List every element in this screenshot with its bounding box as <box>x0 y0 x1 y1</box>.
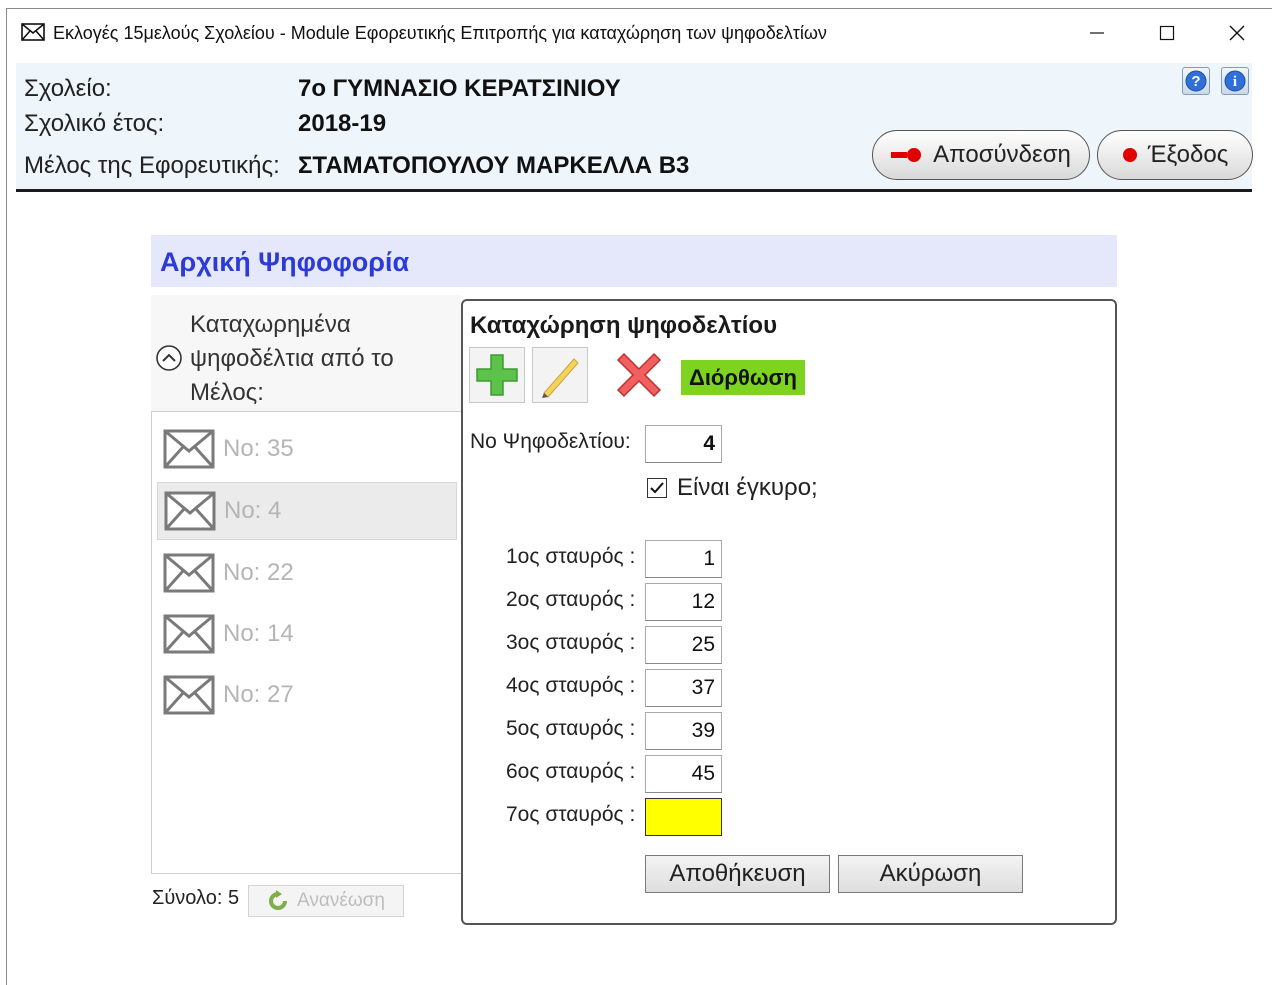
ballot-no-label: Νο Ψηφοδελτίου: <box>470 430 631 453</box>
valid-checkbox[interactable] <box>647 478 667 498</box>
info-icon: i <box>1224 70 1246 92</box>
school-label: Σχολείο: <box>24 75 112 102</box>
refresh-icon <box>269 890 288 910</box>
year-value: 2018-19 <box>298 110 387 137</box>
ballot-number: No: 14 <box>223 620 294 647</box>
header-divider <box>16 189 1252 192</box>
minimize-icon <box>1090 32 1104 34</box>
cross-label: 7ος σταυρός : <box>506 803 636 826</box>
cross-input[interactable] <box>645 583 722 621</box>
cross-label: 6ος σταυρός : <box>506 760 636 783</box>
refresh-button[interactable]: Ανανέωση <box>248 885 404 917</box>
help-button[interactable]: ? <box>1182 67 1210 95</box>
cross-input[interactable] <box>645 712 722 750</box>
edit-ballot-button[interactable] <box>532 347 588 403</box>
cross-label: 2ος σταυρός : <box>506 588 636 611</box>
ballot-number: No: 4 <box>224 497 282 524</box>
ballot-no-input[interactable] <box>645 425 722 463</box>
valid-label: Είναι έγκυρο; <box>677 474 818 501</box>
cross-input[interactable] <box>645 755 722 793</box>
envelope-icon <box>163 553 215 593</box>
maximize-icon <box>1159 25 1175 41</box>
cross-input[interactable] <box>645 669 722 707</box>
plus-icon <box>476 354 518 396</box>
window-title: Εκλογές 15μελούς Σχολείου - Module Εφορε… <box>53 23 827 43</box>
year-label: Σχολικό έτος: <box>24 110 165 137</box>
cancel-button[interactable]: Ακύρωση <box>838 855 1023 893</box>
ballot-number: No: 22 <box>223 559 294 586</box>
ballot-list: No: 35 No: 4 No: 22 No: 14 No: 27 <box>151 411 462 874</box>
delete-x-icon <box>616 352 662 398</box>
ballot-number: No: 27 <box>223 681 294 708</box>
close-icon <box>1229 25 1245 41</box>
collapse-up-icon[interactable] <box>155 344 183 372</box>
close-button[interactable] <box>1214 17 1260 49</box>
member-value: ΣΤΑΜΑΤΟΠΟΥΛΟΥ ΜΑΡΚΕΛΛΑ Β3 <box>298 152 690 179</box>
svg-text:?: ? <box>1191 73 1200 90</box>
envelope-icon <box>163 614 215 654</box>
cross-label: 3ος σταυρός : <box>506 631 636 654</box>
section-title: Αρχική Ψηφοφορία <box>160 247 410 277</box>
disconnect-label: Αποσύνδεση <box>933 141 1071 168</box>
pencil-icon <box>542 358 579 398</box>
exit-icon <box>1122 148 1137 162</box>
cross-input[interactable] <box>645 798 722 836</box>
envelope-icon <box>164 491 216 531</box>
help-icon: ? <box>1185 70 1207 92</box>
ballot-total: Σύνολο: 5 <box>152 887 240 909</box>
refresh-label: Ανανέωση <box>297 890 385 911</box>
cross-input[interactable] <box>645 540 722 578</box>
add-ballot-button[interactable] <box>469 347 525 403</box>
disconnect-icon <box>891 148 922 162</box>
envelope-icon <box>163 429 215 469</box>
cross-label: 5ος σταυρός : <box>506 717 636 740</box>
list-item[interactable]: No: 35 <box>157 420 457 478</box>
delete-ballot-button[interactable] <box>611 347 667 403</box>
info-button[interactable]: i <box>1221 67 1249 95</box>
cross-input[interactable] <box>645 626 722 664</box>
school-value: 7ο ΓΥΜΝΑΣΙΟ ΚΕΡΑΤΣΙΝΙΟΥ <box>298 75 621 102</box>
checkmark-icon <box>650 482 664 494</box>
cross-label: 4ος σταυρός : <box>506 674 636 697</box>
list-item[interactable]: No: 4 <box>157 482 457 540</box>
envelope-icon <box>163 675 215 715</box>
ballot-list-heading: Καταχωρημένα ψηφοδέλτια από το Μέλος: <box>190 311 394 406</box>
maximize-button[interactable] <box>1144 17 1190 49</box>
form-title: Καταχώρηση ψηφοδελτίου <box>470 312 778 339</box>
title-bar: Εκλογές 15μελούς Σχολείου - Module Εφορε… <box>7 9 1272 57</box>
minimize-button[interactable] <box>1074 17 1120 49</box>
exit-label: Έξοδος <box>1147 141 1229 168</box>
list-item[interactable]: No: 14 <box>157 605 457 663</box>
ballot-number: No: 35 <box>223 435 294 462</box>
list-item[interactable]: No: 22 <box>157 544 457 602</box>
svg-text:i: i <box>1233 74 1237 90</box>
exit-button[interactable]: Έξοδος <box>1097 130 1253 180</box>
cross-label: 1ος σταυρός : <box>506 545 636 568</box>
member-label: Μέλος της Εφορευτικής: <box>24 152 280 179</box>
envelope-icon <box>21 23 45 41</box>
mode-badge: Διόρθωση <box>681 360 805 395</box>
disconnect-button[interactable]: Αποσύνδεση <box>872 130 1090 180</box>
list-item[interactable]: No: 27 <box>157 666 457 724</box>
save-button[interactable]: Αποθήκευση <box>645 855 830 893</box>
